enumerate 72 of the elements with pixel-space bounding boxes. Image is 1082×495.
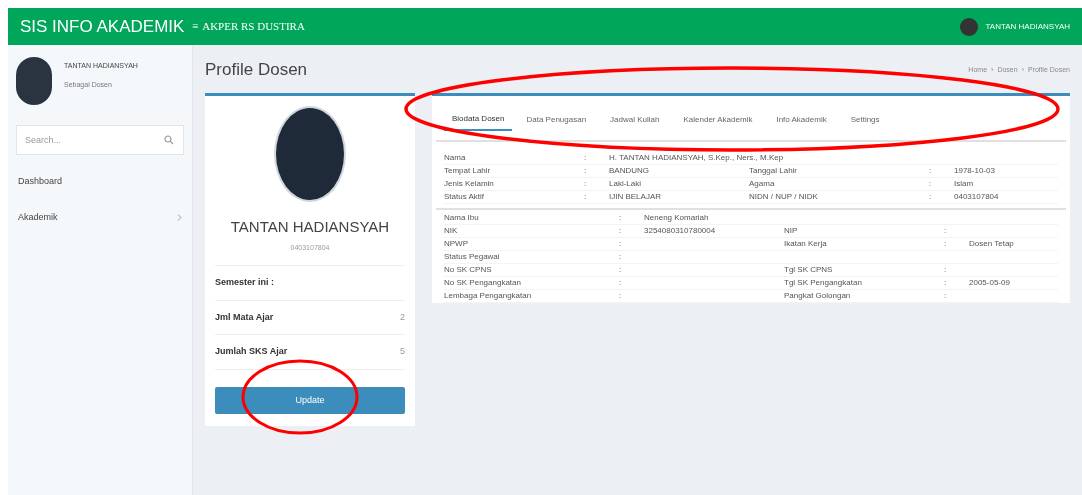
field-label: Ikatan Kerja [784,238,828,250]
field-label: Pangkat Golongan [784,290,852,302]
field-value: H. TANTAN HADIANSYAH, S.Kep., Ners., M.Kep [609,152,785,164]
colon-separator: : [619,212,623,224]
colon-separator: : [584,178,588,190]
colon-separator: : [619,251,623,263]
field-label: Status Aktif [444,191,486,203]
field-value: 1978-10-03 [954,165,996,177]
sidebar-nav-item[interactable]: Akademik [8,206,192,228]
page-title: Profile Dosen [205,59,308,82]
colon-separator: : [619,290,623,302]
colon-separator: : [929,165,933,177]
field-label: Tanggal Lahir [749,165,799,177]
user-name: TANTAN HADIANSYAH [985,20,1070,33]
field-value: 2005-05-09 [969,277,1011,289]
tab[interactable]: Data Penugasan [516,110,597,130]
field-label: Jenis Kelamin [444,178,495,190]
colon-separator: : [619,238,623,250]
colon-separator: : [619,277,623,289]
stat-value: 2 [400,310,405,324]
field-value: Islam [954,178,975,190]
field-label: NIDN / NUP / NIDK [749,191,819,203]
field-value: IJIN BELAJAR [609,191,662,203]
search-icon [164,135,174,145]
tab[interactable]: Biodata Dosen [444,109,513,131]
field-label: Tgl SK Pengangkatan [784,277,863,289]
field-label: Nama Ibu [444,212,480,224]
avatar-placeholder [16,57,52,105]
institution-name: AKPER RS DUSTIRA [202,19,305,35]
field-value: 3254080310780004 [644,225,717,237]
field-value: BANDUNG [609,165,650,177]
colon-separator: : [944,238,948,250]
colon-separator: : [944,225,948,237]
tab[interactable]: Kalender Akademik [673,110,763,130]
update-button[interactable]: Update [215,386,405,414]
colon-separator: : [584,152,588,164]
stat-value: 5 [400,345,405,358]
field-label: No SK Pengangkatan [444,277,522,289]
field-label: Tgl SK CPNS [784,264,834,276]
colon-separator: : [619,225,623,237]
colon-separator: : [944,277,948,289]
field-label: Lembaga Pengangkatan [444,290,533,302]
stat-label: Jumlah SKS Ajar [215,345,288,358]
colon-separator: : [584,191,588,203]
lecturer-name: TANTAN HADIANSYAH [229,217,391,237]
tab[interactable]: Info Akademik [766,110,837,130]
colon-separator: : [929,178,933,190]
stat-label: Jml Mata Ajar [215,310,274,324]
colon-separator: : [929,191,933,203]
field-label: Agama [749,178,776,190]
colon-separator: : [619,264,623,276]
field-value: Laki-Laki [609,178,642,190]
field-label: NIK [444,225,459,237]
search-field[interactable]: Search... [16,125,184,155]
menu-icon: ≡ [192,18,199,35]
field-label: Status Pegawai [444,251,501,263]
tab[interactable]: Jadwal Kuliah [600,110,670,130]
field-value: Dosen Tetap [969,238,1015,250]
field-label: Tempat Lahir [444,165,492,177]
avatar-icon [959,17,978,36]
colon-separator: : [944,290,948,302]
field-value: 0403107804 [954,191,1000,203]
field-label: NPWP [444,238,469,250]
field-value: Neneng Komariah [644,212,710,224]
colon-separator: : [584,165,588,177]
field-label: No SK CPNS [444,264,493,276]
tab[interactable]: Settings [840,110,890,130]
semester-label: Semester ini : [215,266,405,301]
field-label: Nama [444,152,467,164]
sidebar-nav-item[interactable]: Dashboard [8,171,192,193]
colon-separator: : [944,264,948,276]
field-label: NIP [784,225,799,237]
